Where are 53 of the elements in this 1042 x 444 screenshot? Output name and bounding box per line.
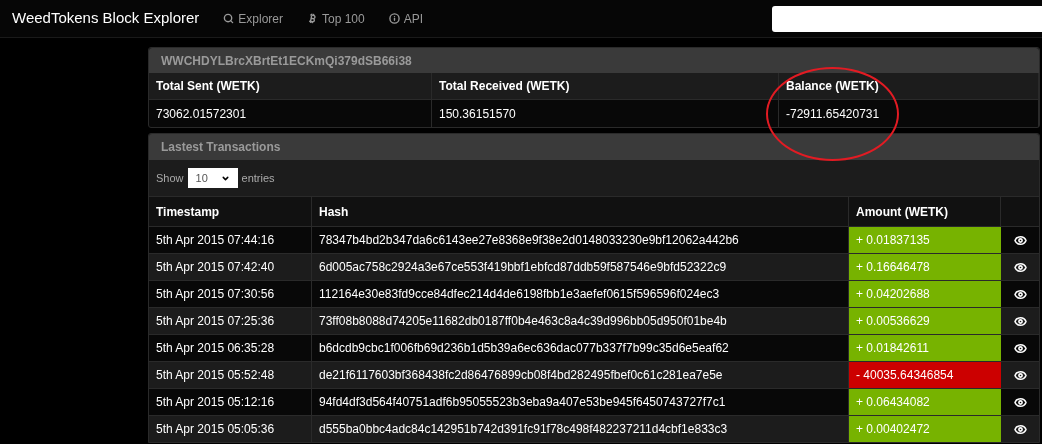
table-header: Total Received (WETK) <box>432 73 779 100</box>
table-cell-text: 150.36151570 <box>439 105 516 123</box>
address-title: WWCHDYLBrcXBrtEt1ECKmQi379dSB66i38 <box>161 52 412 70</box>
table-cell: 5th Apr 2015 05:52:48 <box>149 361 312 388</box>
nav-link[interactable]: Top 100 <box>307 9 365 28</box>
bitcoin-icon <box>307 13 318 24</box>
column-header[interactable]: Timestamp <box>149 197 312 226</box>
table-cell: 94fd4df3d564f40751adf6b95055523b3eba9a407e53be945f6450743727f7c1 <box>312 388 849 415</box>
amount-cell: + 0.04202688 <box>849 280 1001 307</box>
table-cell: 78347b4bd2b347da6c6143ee27e8368e9f38e2d0148033230e9bf12062a442b6 <box>312 226 849 253</box>
nav-link[interactable]: API <box>388 9 424 28</box>
table-cell: 5th Apr 2015 05:12:16 <box>149 388 312 415</box>
table-cell-text: 73062.01572301 <box>156 105 247 123</box>
table-cell: 5th Apr 2015 07:44:16 <box>149 226 312 253</box>
eye-icon[interactable] <box>1013 341 1027 355</box>
amount-cell: - 40035.64346854 <box>849 361 1001 388</box>
table-cell: 73ff08b8088d74205e11682db0187ff0b4e463c8a4c39d996bb05d950f01be4b <box>312 307 849 334</box>
page-size-select[interactable]: 10 <box>187 168 238 188</box>
nav-link[interactable]: Explorer <box>223 9 283 28</box>
amount-cell: + 0.06434082 <box>849 388 1001 415</box>
column-header[interactable]: Amount (WETK) <box>849 197 1001 226</box>
eye-icon[interactable] <box>1013 395 1027 409</box>
table-cell: 112164e30e83fd9cce84dfec214d4de6198fbb1e3aefef0615f596596f024ec3 <box>312 280 849 307</box>
table-cell: b6dcdb9cbc1f006fb69d236b1d5b39a6ec636dac077b337f7b99c35d6e5eaf62 <box>312 334 849 361</box>
table-cell: 5th Apr 2015 05:05:36 <box>149 415 312 442</box>
table-cell: 5th Apr 2015 06:35:28 <box>149 334 312 361</box>
amount-cell: + 0.01842611 <box>849 334 1001 361</box>
eye-icon[interactable] <box>1013 422 1027 436</box>
eye-icon[interactable] <box>1013 368 1027 382</box>
show-label: Show <box>156 170 184 186</box>
amount-cell: + 0.00402472 <box>849 415 1001 442</box>
table-cell: 6d005ac758c2924a3e67ce553f419bbf1ebfcd87ddb59f587546e9bfd52322c9 <box>312 253 849 280</box>
amount-cell: + 0.00536629 <box>849 307 1001 334</box>
search-field[interactable] <box>772 5 1042 32</box>
table-cell: 5th Apr 2015 07:30:56 <box>149 280 312 307</box>
amount-cell: + 0.01837135 <box>849 226 1001 253</box>
table-cell: 5th Apr 2015 07:25:36 <box>149 307 312 334</box>
table-cell: 5th Apr 2015 07:42:40 <box>149 253 312 280</box>
eye-icon[interactable] <box>1013 314 1027 328</box>
eye-icon[interactable] <box>1013 233 1027 247</box>
brand-link[interactable]: WeedTokens Block Explorer <box>12 7 200 30</box>
info-icon <box>388 13 400 24</box>
table-header: Total Sent (WETK) <box>149 73 432 100</box>
table-cell: d555ba0bbc4adc84c142951b742d391fc91f78c498f482237211d4cbf1e833c3 <box>312 415 849 442</box>
search-icon <box>223 13 235 24</box>
table-header: Balance (WETK) <box>779 73 1039 100</box>
column-header[interactable]: Hash <box>312 197 849 226</box>
eye-icon[interactable] <box>1013 260 1027 274</box>
panel-title: Lastest Transactions <box>161 139 281 156</box>
amount-cell: + 0.16646478 <box>849 253 1001 280</box>
eye-icon[interactable] <box>1013 287 1027 301</box>
table-cell: de21f6117603bf368438fc2d86476899cb08f4bd282495fbef0c61c281ea7e5e <box>312 361 849 388</box>
entries-label: entries <box>241 170 275 186</box>
